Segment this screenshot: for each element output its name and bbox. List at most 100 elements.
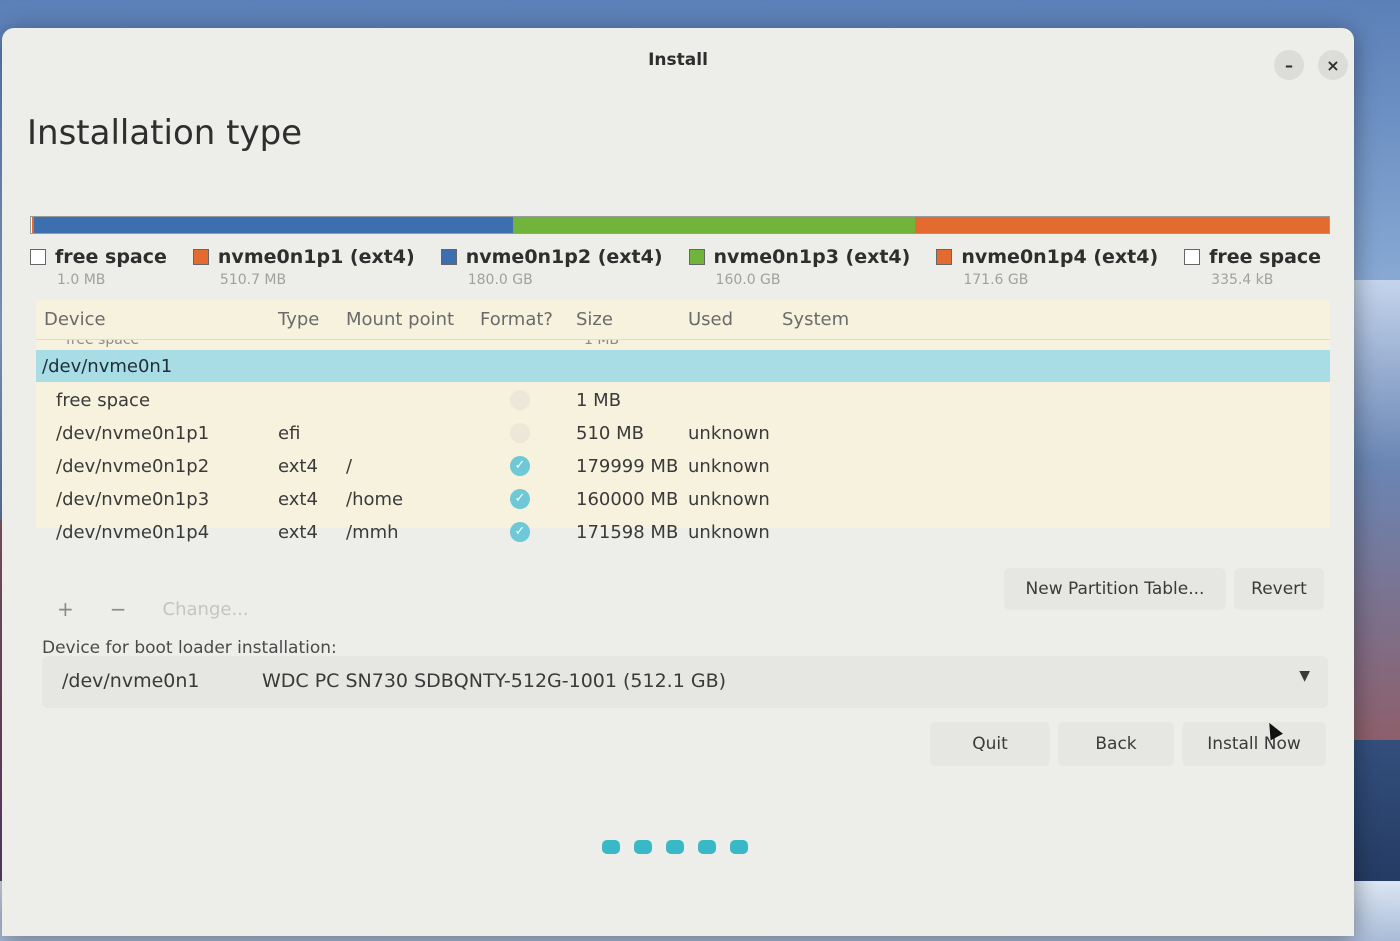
header-device[interactable]: Device [44,309,106,330]
row-type: efi [278,423,301,444]
progress-dot [730,840,748,854]
row-type: ext4 [278,522,318,543]
partition-segment [33,217,513,233]
legend-item: nvme0n1p3 (ext4) 160.0 GB [688,246,911,296]
row-size: 179999 MB [576,456,679,477]
legend-swatch [440,249,457,265]
change-partition-button[interactable]: Change... [163,599,249,620]
table-row-disk[interactable]: /dev/nvme0n1 [36,350,1330,382]
chevron-down-icon: ▼ [1299,668,1310,684]
scrolled-row-partial: free space 1 MB [36,340,1330,350]
legend-item: free space 335.4 kB [1184,246,1321,296]
header-used[interactable]: Used [688,309,733,330]
row-used: unknown [688,489,770,510]
table-row[interactable]: /dev/nvme0n1p1 efi 510 MB unknown [36,417,1330,449]
format-checkbox[interactable] [510,423,530,443]
partition-segment [512,217,915,233]
back-button[interactable]: Back [1058,722,1174,766]
legend-swatch [688,249,705,265]
minimize-button[interactable]: – [1274,50,1304,80]
row-device: /dev/nvme0n1p4 [56,522,210,543]
legend-item: nvme0n1p2 (ext4) 180.0 GB [440,246,663,296]
legend-item: nvme0n1p4 (ext4) 171.6 GB [936,246,1158,296]
legend-label: nvme0n1p3 (ext4) [713,246,911,268]
row-mount: /mmh [346,522,399,543]
row-device: /dev/nvme0n1p1 [56,423,210,444]
row-device: free space [56,390,151,411]
table-row[interactable]: free space 1 MB [36,384,1330,416]
legend-swatch [936,249,953,265]
table-row[interactable]: /dev/nvme0n1p3 ext4/home 160000 MB unknown ✓ [36,483,1330,515]
legend-label: free space [1209,246,1322,268]
install-now-button[interactable]: Install Now [1182,722,1326,766]
legend-size: 180.0 GB [467,272,533,288]
header-mount[interactable]: Mount point [346,309,454,330]
partition-table: Device Type Mount point Format? Size Use… [36,300,1330,543]
legend-size: 1.0 MB [57,272,106,288]
progress-dot [666,840,684,854]
partition-legend: free space 1.0 MB nvme0n1p1 (ext4) 510.7 MB… [30,246,1330,296]
legend-swatch [192,249,209,265]
partition-segment [914,217,1329,233]
row-type: ext4 [278,489,318,510]
add-partition-button[interactable]: + [57,597,74,621]
format-checkbox[interactable]: ✓ [510,522,530,542]
table-row[interactable]: /dev/nvme0n1p4 ext4/mmh 171598 MB unknown ✓ [36,516,1330,548]
disk-device: /dev/nvme0n1 [42,356,173,377]
legend-size: 510.7 MB [219,272,287,288]
row-device: /dev/nvme0n1p2 [56,456,210,477]
revert-button[interactable]: Revert [1234,568,1324,610]
row-size: 1 MB [576,390,622,411]
remove-partition-button[interactable]: − [110,597,127,621]
table-header: Device Type Mount point Format? Size Use… [36,300,1330,340]
progress-dot [602,840,620,854]
legend-label: free space [55,246,167,268]
partition-bar [30,216,1330,234]
bootloader-model: WDC PC SN730 SDBQNTY-512G-1001 (512.1 GB… [262,670,727,692]
legend-swatch [1184,249,1201,265]
legend-item: nvme0n1p1 (ext4) 510.7 MB [192,246,415,296]
window-title: Install [648,50,708,70]
new-partition-table-button[interactable]: New Partition Table... [1004,568,1226,610]
format-checkbox[interactable]: ✓ [510,456,530,476]
install-window: Install – × Installation type free space… [2,28,1354,936]
progress-dot [634,840,652,854]
row-used: unknown [688,423,770,444]
row-size: 510 MB [576,423,644,444]
row-size: 171598 MB [576,522,679,543]
progress-dots [602,840,748,854]
row-mount: / [346,456,353,477]
bootloader-device-select[interactable]: /dev/nvme0n1 WDC PC SN730 SDBQNTY-512G-1… [42,656,1328,708]
bootloader-label: Device for boot loader installation: [42,638,337,658]
header-format[interactable]: Format? [480,309,553,330]
bootloader-device: /dev/nvme0n1 [62,670,200,692]
partition-tools: + − Change... [57,594,249,624]
legend-size: 171.6 GB [963,272,1029,288]
legend-label: nvme0n1p4 (ext4) [961,246,1159,268]
row-type: ext4 [278,456,318,477]
legend-size: 335.4 kB [1211,272,1274,288]
quit-button[interactable]: Quit [930,722,1050,766]
row-mount: /home [346,489,404,510]
legend-label: nvme0n1p1 (ext4) [217,246,415,268]
header-system[interactable]: System [782,309,849,330]
row-used: unknown [688,522,770,543]
progress-dot [698,840,716,854]
format-checkbox[interactable]: ✓ [510,489,530,509]
row-device: /dev/nvme0n1p3 [56,489,210,510]
header-type[interactable]: Type [278,309,319,330]
row-used: unknown [688,456,770,477]
legend-item: free space 1.0 MB [30,246,167,296]
row-size: 160000 MB [576,489,679,510]
legend-size: 160.0 GB [715,272,781,288]
legend-label: nvme0n1p2 (ext4) [465,246,663,268]
header-size[interactable]: Size [576,309,613,330]
close-button[interactable]: × [1318,50,1348,80]
table-row[interactable]: /dev/nvme0n1p2 ext4 / 179999 MB unknown ✓ [36,450,1330,482]
ghost-device: free space [66,340,140,348]
page-title: Installation type [27,113,303,153]
format-checkbox[interactable] [510,390,530,410]
titlebar: Install – × [2,28,1354,88]
legend-swatch [30,249,46,265]
ghost-size: 1 MB [584,340,620,348]
